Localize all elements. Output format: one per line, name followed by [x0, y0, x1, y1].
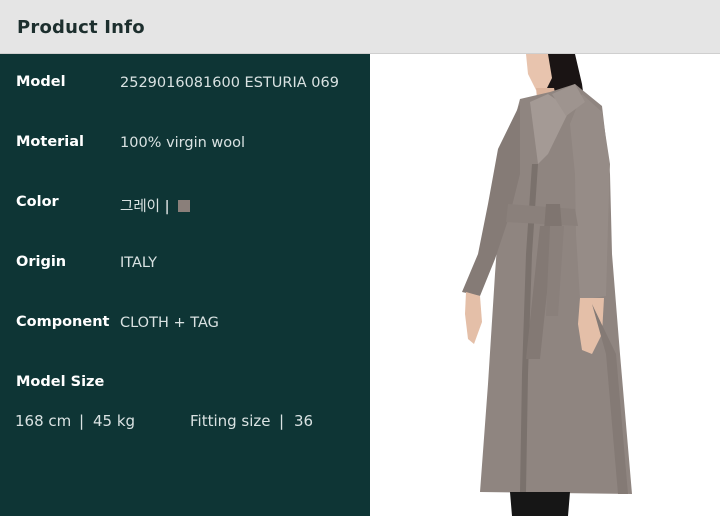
color-value-group: 그레이 |: [120, 195, 191, 216]
model-size-label: Model Size: [16, 374, 105, 390]
origin-row: Origin ITALY: [0, 254, 370, 278]
model-weight: 45 kg: [93, 412, 136, 430]
component-label: Component: [16, 314, 110, 330]
color-value: 그레이: [120, 199, 161, 215]
color-separator: |: [164, 199, 170, 215]
header-bar: Product Info: [0, 0, 720, 54]
material-label: Moterial: [16, 134, 85, 150]
info-panel: Model 2529016081600 ESTURIA 069 Moterial…: [0, 54, 370, 516]
material-row: Moterial 100% virgin wool: [0, 134, 370, 158]
page-title: Product Info: [17, 17, 145, 38]
coat-model-illustration: [462, 54, 632, 516]
component-value: CLOTH + TAG: [120, 315, 219, 331]
fitting-size-value: 36: [294, 412, 314, 430]
model-height: 168 cm: [15, 412, 72, 430]
model-row: Model 2529016081600 ESTURIA 069: [0, 74, 370, 98]
model-value: 2529016081600 ESTURIA 069: [120, 75, 339, 91]
model-size-row: Model Size: [0, 374, 370, 398]
origin-value: ITALY: [120, 255, 157, 271]
color-swatch: [178, 200, 191, 212]
color-label: Color: [16, 194, 59, 210]
size-separator-2: |: [279, 412, 285, 430]
material-value: 100% virgin wool: [120, 135, 246, 151]
product-photo: [370, 54, 720, 516]
model-label: Model: [16, 74, 66, 90]
size-separator-1: |: [79, 412, 85, 430]
fitting-size-label: Fitting size: [190, 412, 271, 430]
color-row: Color 그레이 |: [0, 194, 370, 218]
origin-label: Origin: [16, 254, 67, 270]
component-row: Component CLOTH + TAG: [0, 314, 370, 338]
